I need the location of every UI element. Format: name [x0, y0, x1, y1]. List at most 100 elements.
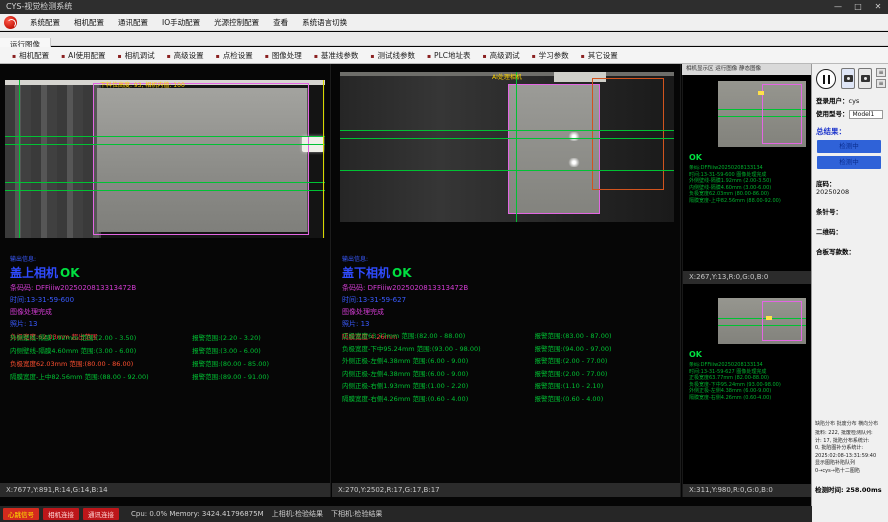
- upper-result-block: 输出信息: 盖上相机OK 条码码: DFFiiiw202502081331347…: [10, 254, 136, 341]
- menu-io-manual[interactable]: IO手动配置: [155, 14, 207, 31]
- tool-camera-config[interactable]: 相机配置: [6, 47, 55, 64]
- measure-alarm: 报警范围:(1.10 - 2.10): [535, 380, 674, 393]
- preview-text-lines: 条码:DFFiiiw20250208133134 时间:13-31-59-627…: [689, 362, 809, 401]
- measure-row: 内侧壁线-隔膜4.60mm 范围:(3.00 - 6.00) 报警范围:(3.0…: [10, 345, 324, 358]
- tool-plc-address[interactable]: PLC地址表: [421, 47, 477, 64]
- menu-view[interactable]: 查看: [266, 14, 295, 31]
- upper-camera-toggle-button[interactable]: [841, 68, 855, 89]
- batch-code-value: 20250208: [816, 188, 849, 196]
- upper-measurement-list: 外侧壁线-隔膜1.92mm 范围:(2.00 - 3.50) 报警范围:(2.2…: [10, 332, 324, 384]
- upper-camera-image[interactable]: 下料位高度: 93, 相机内值: 100: [5, 80, 325, 238]
- list-view-button[interactable]: ≡: [876, 68, 886, 77]
- preview-panel-2[interactable]: OK 条码:DFFiiiw20250208133134 时间:13-31-59-…: [682, 284, 811, 497]
- stat-line: 批料: 222, 批废检测队列:: [815, 430, 886, 438]
- upper-camera-result-status: 上相机:检验结果: [272, 509, 323, 519]
- photo-count-text: 照片: 13: [10, 319, 136, 329]
- qr-code-label: 二维码：: [816, 228, 842, 236]
- title-bar: CYS-视觉检测系统 — □ ✕: [0, 0, 888, 14]
- menu-system-config[interactable]: 系统配置: [23, 14, 67, 31]
- process-status-text: 图像处理完成: [342, 307, 468, 317]
- highlight-marker: [766, 316, 772, 320]
- preview-image-1[interactable]: [718, 81, 806, 147]
- stat-line: 显示图陷补陷队列: [815, 460, 886, 468]
- preview-column: 相机显示区 运行图像 静态图像 OK 条码:DFFiiiw20250208133…: [682, 64, 811, 497]
- preview-header-tabs[interactable]: 相机显示区 运行图像 静态图像: [682, 64, 811, 75]
- menu-camera-config[interactable]: 相机配置: [67, 14, 111, 31]
- measure-text: 外侧壁线-隔膜1.92mm 范围:(2.00 - 3.50): [10, 332, 192, 345]
- upper-camera-view: 下料位高度: 93, 相机内值: 100 输出信息: 盖上相机OK 条码码: D…: [0, 64, 331, 497]
- tool-ai-config[interactable]: AI使用配置: [55, 47, 111, 64]
- stat-line: 0→cys→陷十二图陷: [815, 468, 886, 476]
- preview-line: 隔膜宽度-上中82.56mm (88.00-92.00): [689, 198, 809, 205]
- defect-distribution-tabs[interactable]: 缺陷分布 批废分布 横向分布: [815, 420, 886, 427]
- heartbeat-status-badge: 心跳信号: [3, 508, 39, 520]
- measure-text: 正极宽度63.77mm 范围:(82.00 - 88.00): [342, 330, 535, 343]
- tool-advanced-settings[interactable]: 高级设置: [161, 47, 210, 64]
- measure-line-vertical: [516, 72, 517, 222]
- measure-line: [5, 136, 325, 137]
- login-user-label: 登录用户：: [816, 97, 849, 105]
- reflection-spot: [568, 158, 580, 167]
- stat-line: 计: 17, 批陷分布系统计:: [815, 438, 886, 446]
- measure-line: [340, 138, 674, 139]
- measure-line: [5, 182, 325, 183]
- preview-image-2[interactable]: [718, 298, 806, 344]
- menu-bar: 系统配置 相机配置 通讯配置 IO手动配置 光源控制配置 查看 系统语言切换: [0, 14, 888, 31]
- comm-connection-badge: 通讯连接: [83, 508, 119, 520]
- result-camera-name: 盖上相机: [10, 266, 58, 280]
- close-button[interactable]: ✕: [868, 0, 888, 14]
- barcode-text: 条码码: DFFiiiw2025020813313472B: [342, 283, 468, 293]
- tool-baseline-params[interactable]: 基准线参数: [308, 47, 365, 64]
- tool-spot-check[interactable]: 点检设置: [210, 47, 259, 64]
- lower-camera-toggle-button[interactable]: [858, 68, 872, 89]
- output-info-label: 输出信息:: [342, 254, 468, 263]
- maximize-button[interactable]: □: [848, 0, 868, 14]
- measure-alarm: 报警范围:(80.00 - 85.00): [192, 358, 324, 371]
- pixel-coordinate-readout: X:311,Y:980,R:0,G:0,B:0: [683, 484, 811, 497]
- toolbar: 相机配置 AI使用配置 相机调试 高级设置 点检设置 图像处理 基准线参数 测试…: [0, 47, 888, 64]
- lower-camera-image[interactable]: AI处理相机: [340, 72, 674, 222]
- minimize-button[interactable]: —: [828, 0, 848, 14]
- roi-rectangle: [762, 301, 802, 341]
- menu-language-switch[interactable]: 系统语言切换: [295, 14, 354, 31]
- measure-alarm: 报警范围:(0.60 - 4.00): [535, 393, 674, 406]
- measure-text: 隔膜宽度-右侧4.26mm 范围:(0.60 - 4.00): [342, 393, 535, 406]
- lower-camera-result-status: 下相机:检验结果: [331, 509, 382, 519]
- result-status-box-2[interactable]: 检测中: [817, 156, 881, 169]
- measure-line: [5, 190, 325, 191]
- menu-comm-config[interactable]: 通讯配置: [111, 14, 155, 31]
- cell-panel-region: [508, 84, 600, 214]
- board-count-label: 合板写款数：: [816, 248, 855, 256]
- model-select[interactable]: Model1: [849, 110, 883, 119]
- preview-line: 隔膜宽度-右侧4.26mm (0.60-4.00): [689, 395, 809, 402]
- tool-learning-params[interactable]: 学习参数: [526, 47, 575, 64]
- menu-light-control[interactable]: 光源控制配置: [207, 14, 266, 31]
- tool-other-settings[interactable]: 其它设置: [575, 47, 624, 64]
- tool-advanced-debug[interactable]: 高级调试: [477, 47, 526, 64]
- measure-alarm: 报警范围:(3.00 - 6.00): [192, 345, 324, 358]
- pixel-coordinate-readout: X:267,Y:13,R:0,G:0,B:0: [683, 271, 811, 284]
- camera-connection-badge: 相机连接: [43, 508, 79, 520]
- pause-button[interactable]: [816, 69, 836, 89]
- pixel-coordinate-readout: X:270,Y:2502,R:17,G:17,B:17: [332, 483, 680, 497]
- result-status-box-1[interactable]: 检测中: [817, 140, 881, 153]
- image-overlay-label: 下料位高度: 93, 相机内值: 100: [100, 80, 185, 89]
- roi-rectangle: [93, 83, 309, 235]
- measure-row: 负极宽度-下中95.24mm 范围:(93.00 - 98.00) 报警范围:(…: [342, 343, 674, 356]
- window-controls: — □ ✕: [828, 0, 888, 14]
- measure-line: [340, 170, 674, 171]
- list-view-button-2[interactable]: ≡: [876, 79, 886, 88]
- tool-camera-debug[interactable]: 相机调试: [112, 47, 161, 64]
- preview-ok-badge: OK: [689, 350, 702, 359]
- tool-testline-params[interactable]: 测试线参数: [364, 47, 421, 64]
- pin-number-label: 条针号：: [816, 208, 842, 216]
- output-info-label: 输出信息:: [10, 254, 136, 263]
- lower-result-block: 输出信息: 盖下相机OK 条码码: DFFiiiw202502081331347…: [342, 254, 468, 341]
- measure-row: 隔膜宽度-上中82.56mm 范围:(88.00 - 92.00) 报警范围:(…: [10, 371, 324, 384]
- tool-image-processing[interactable]: 图像处理: [259, 47, 308, 64]
- preview-panel-1[interactable]: OK 条码:DFFiiiw20250208133134 时间:13-31-59-…: [682, 75, 811, 284]
- status-bar: 心跳信号 相机连接 通讯连接 Cpu: 0.0% Memory: 3424.41…: [0, 506, 812, 522]
- measure-text: 内侧正极-左侧4.38mm 范围:(6.00 - 9.00): [342, 368, 535, 381]
- photo-count-text: 照片: 13: [342, 319, 468, 329]
- stat-line: 0, 批陷图补分系统计:: [815, 445, 886, 453]
